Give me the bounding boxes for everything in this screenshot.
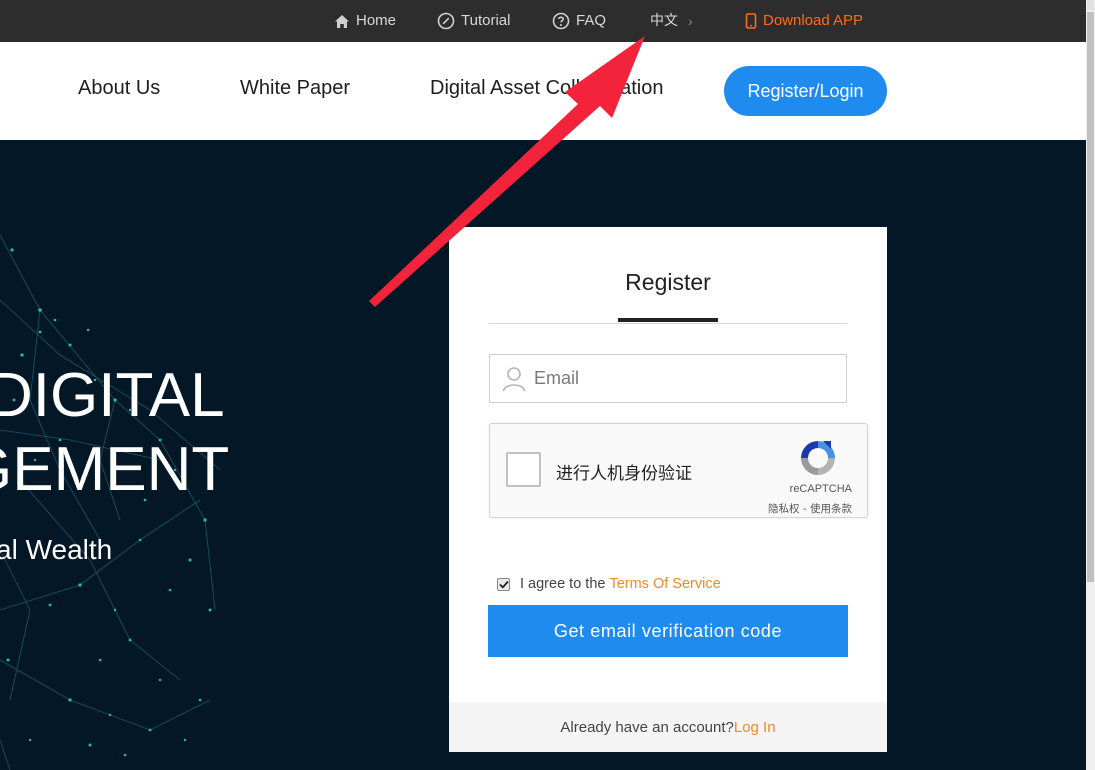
top-utility-bar: Home Tutorial FAQ 中文 › Download APP (0, 0, 1086, 42)
home-icon (335, 14, 349, 28)
recaptcha-logo-icon (801, 441, 835, 475)
active-tab-underline (618, 318, 718, 322)
checkmark-icon (498, 580, 509, 589)
get-verification-code-button[interactable]: Get email verification code (488, 605, 848, 657)
register-card: Register 进行人机身份验证 reCAPTCHA 隐私权 - 使用条款 I… (449, 227, 887, 752)
login-link[interactable]: Log In (734, 719, 776, 736)
main-navbar: About Us White Paper Digital Asset Colla… (0, 42, 1086, 140)
hero-heading-line1: DIGITAL (0, 361, 225, 430)
user-icon (502, 366, 526, 391)
mobile-phone-icon (745, 13, 757, 29)
card-footer: Already have an account?Log In (449, 702, 887, 752)
nav-white-paper[interactable]: White Paper (240, 77, 350, 100)
have-account-text: Already have an account? (560, 719, 734, 736)
recaptcha-checkbox[interactable] (506, 452, 541, 487)
chevron-right-icon: › (688, 13, 693, 29)
topbar-language-label: 中文 (650, 13, 678, 29)
email-input[interactable] (534, 368, 834, 389)
title-divider (489, 323, 847, 324)
topbar-tutorial-link[interactable]: Tutorial (437, 0, 510, 42)
compass-icon (437, 12, 455, 30)
register-login-button[interactable]: Register/Login (724, 66, 887, 116)
recaptcha-privacy-terms[interactable]: 隐私权 - 使用条款 (730, 501, 852, 516)
terms-agree-text: I agree to the (520, 576, 606, 592)
terms-of-service-link[interactable]: Terms Of Service (609, 576, 720, 592)
terms-checkbox[interactable] (497, 577, 510, 591)
register-title[interactable]: Register (449, 269, 887, 296)
topbar-faq-label: FAQ (576, 12, 607, 29)
nav-about-us[interactable]: About Us (78, 77, 160, 100)
scroll-up-arrow[interactable] (1087, 0, 1094, 10)
email-field-wrapper (489, 354, 847, 403)
recaptcha-label: 进行人机身份验证 (556, 464, 692, 484)
topbar-tutorial-label: Tutorial (461, 12, 511, 29)
question-circle-icon (552, 12, 570, 30)
recaptcha-widget: 进行人机身份验证 reCAPTCHA 隐私权 - 使用条款 (489, 423, 868, 518)
topbar-download-app-link[interactable]: Download APP (745, 0, 863, 42)
nav-digital-asset[interactable]: Digital Asset Collaboration (430, 77, 663, 100)
hero-subtitle: al Wealth (0, 534, 113, 565)
topbar-home-link[interactable]: Home (334, 0, 396, 42)
page-scrollbar-thumb[interactable] (1087, 12, 1094, 582)
terms-agreement: I agree to the Terms Of Service (497, 576, 721, 592)
topbar-faq-link[interactable]: FAQ (552, 0, 606, 42)
recaptcha-brand: reCAPTCHA (789, 483, 852, 495)
hero-heading-line2: GEMENT (0, 435, 230, 504)
topbar-download-app-label: Download APP (763, 12, 864, 29)
topbar-language-switch[interactable]: 中文 › (650, 0, 693, 42)
topbar-home-label: Home (356, 12, 397, 29)
